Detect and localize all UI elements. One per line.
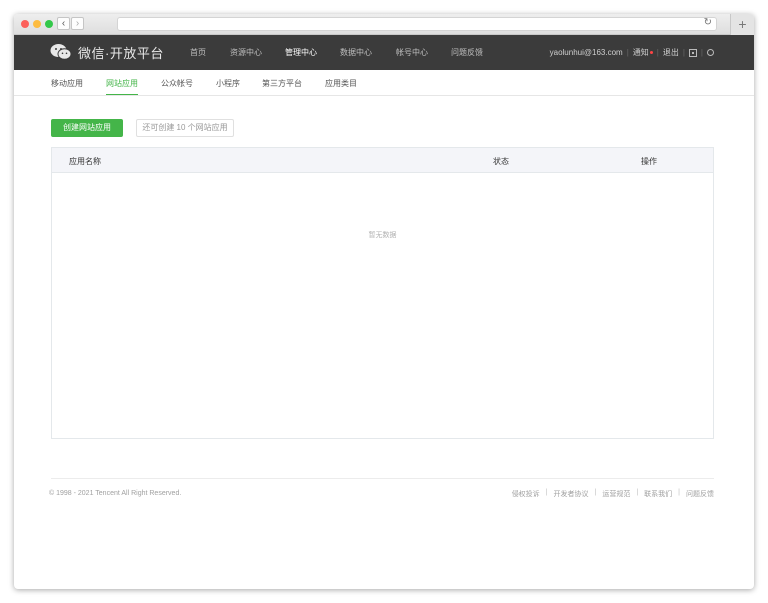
footer-link-feedback[interactable]: 问题反馈 bbox=[686, 489, 714, 499]
divider: | bbox=[682, 48, 685, 57]
apps-table: 应用名称 状态 操作 暂无数据 bbox=[51, 147, 714, 439]
empty-state-text: 暂无数据 bbox=[368, 232, 397, 239]
footer-link-developer-agreement[interactable]: 开发者协议 bbox=[554, 489, 589, 499]
footer-link-operation-rules[interactable]: 运营规范 bbox=[602, 489, 630, 499]
browser-chrome: ‹ › ↻ + bbox=[14, 14, 754, 35]
footer-links: 侵权投诉 | 开发者协议 | 运营规范 | 联系我们 | 问题反馈 bbox=[512, 489, 714, 499]
footer: © 1998 - 2021 Tencent All Right Reserved… bbox=[49, 478, 714, 508]
divider: | bbox=[636, 489, 639, 496]
copyright-text: © 1998 - 2021 Tencent All Right Reserved… bbox=[49, 490, 182, 497]
nav-account[interactable]: 帐号中心 bbox=[396, 47, 428, 58]
divider: | bbox=[700, 48, 703, 57]
create-website-app-button[interactable]: 创建网站应用 bbox=[51, 119, 123, 137]
divider: | bbox=[626, 48, 629, 57]
language-icon[interactable] bbox=[707, 49, 714, 56]
user-area: yaolunhui@163.com | 通知 | 退出 | | bbox=[550, 47, 714, 58]
maximize-window-button[interactable] bbox=[45, 20, 53, 28]
footer-link-contact[interactable]: 联系我们 bbox=[644, 489, 672, 499]
nav-home[interactable]: 首页 bbox=[190, 47, 206, 58]
divider: | bbox=[594, 489, 597, 496]
nav-resources[interactable]: 资源中心 bbox=[230, 47, 262, 58]
footer-link-infringement[interactable]: 侵权投诉 bbox=[512, 489, 540, 499]
divider: | bbox=[545, 489, 548, 496]
unread-dot-icon bbox=[649, 51, 653, 54]
tab-mini-programs[interactable]: 小程序 bbox=[216, 78, 240, 89]
reload-icon[interactable]: ↻ bbox=[704, 17, 712, 28]
column-actions: 操作 bbox=[641, 157, 657, 166]
qrcode-icon[interactable] bbox=[688, 48, 697, 57]
back-button[interactable]: ‹ bbox=[57, 17, 70, 30]
notice-link[interactable]: 通知 bbox=[633, 47, 649, 58]
column-status: 状态 bbox=[493, 157, 509, 166]
tab-third-party[interactable]: 第三方平台 bbox=[262, 78, 302, 89]
browser-window: ‹ › ↻ + 微信·开放平台 首页 资源中心 管理中心 数据中心 帐号中心 问… bbox=[14, 14, 754, 589]
divider: | bbox=[678, 489, 680, 496]
logo[interactable]: 微信·开放平台 bbox=[50, 42, 164, 62]
user-email[interactable]: yaolunhui@163.com bbox=[550, 48, 623, 57]
nav-feedback[interactable]: 问题反馈 bbox=[451, 47, 483, 58]
nav-management[interactable]: 管理中心 bbox=[285, 47, 317, 58]
nav-data[interactable]: 数据中心 bbox=[340, 47, 372, 58]
new-tab-button[interactable]: + bbox=[730, 14, 754, 35]
top-navigation: 微信·开放平台 首页 资源中心 管理中心 数据中心 帐号中心 问题反馈 yaol… bbox=[14, 35, 754, 70]
minimize-window-button[interactable] bbox=[33, 20, 41, 28]
logout-link[interactable]: 退出 bbox=[663, 47, 679, 58]
divider: | bbox=[656, 48, 659, 57]
brand-title: 微信·开放平台 bbox=[78, 45, 164, 61]
tab-mobile-apps[interactable]: 移动应用 bbox=[51, 78, 83, 89]
address-bar[interactable]: ↻ bbox=[117, 17, 717, 31]
sub-navigation: 移动应用 网站应用 公众帐号 小程序 第三方平台 应用类目 bbox=[14, 70, 754, 96]
tab-official-accounts[interactable]: 公众帐号 bbox=[161, 78, 193, 89]
wechat-logo-icon bbox=[50, 44, 72, 60]
quota-hint: 还可创建 10 个网站应用 bbox=[136, 119, 234, 137]
tab-app-categories[interactable]: 应用类目 bbox=[325, 78, 357, 89]
table-header: 应用名称 状态 操作 bbox=[52, 148, 713, 173]
tab-website-apps[interactable]: 网站应用 bbox=[106, 78, 138, 95]
column-app-name: 应用名称 bbox=[69, 157, 101, 166]
forward-button[interactable]: › bbox=[71, 17, 84, 30]
close-window-button[interactable] bbox=[21, 20, 29, 28]
